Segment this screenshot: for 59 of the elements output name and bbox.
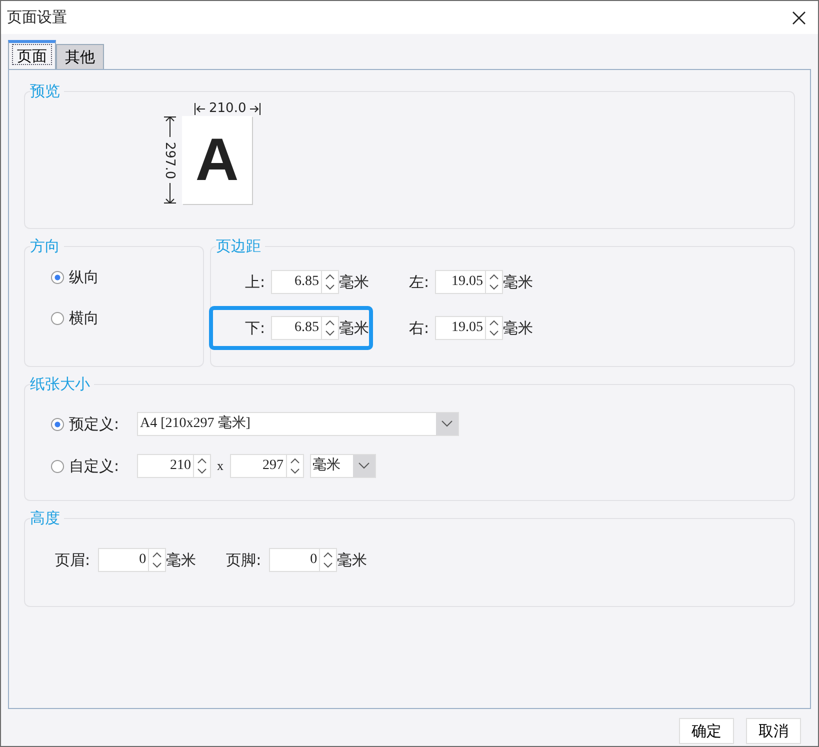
times-sign: x <box>217 458 224 474</box>
spin-field[interactable]: 0 <box>98 548 166 572</box>
spin-arrows-icon[interactable] <box>487 318 501 338</box>
radio-label[interactable]: 预定义: <box>69 414 131 434</box>
tab[interactable]: 页面 <box>8 40 56 69</box>
preview-letter: A <box>195 130 239 190</box>
unit-label: 毫米 <box>337 550 368 570</box>
spin-field[interactable]: 6.85 <box>271 316 339 340</box>
window-title: 页面设置 <box>7 8 67 27</box>
spin-field[interactable]: 0 <box>269 548 338 572</box>
field-label: 右: <box>408 318 429 338</box>
dialog-button[interactable]: 确定 <box>679 718 734 744</box>
tab[interactable]: 其他 <box>56 44 104 69</box>
chevron-down-icon[interactable] <box>441 420 453 428</box>
unit-label: 毫米 <box>339 272 369 292</box>
field-label: 左: <box>408 272 429 292</box>
width-label: 210.0 <box>209 101 246 116</box>
radio-button[interactable] <box>51 271 64 284</box>
group-title: 预览 <box>30 82 61 101</box>
paper-size-dropdown[interactable]: A4 [210x297 毫米] <box>137 412 459 436</box>
spin-arrows-icon[interactable] <box>323 272 337 292</box>
spin-field[interactable]: 210 <box>137 454 211 478</box>
dimension-arrow-icon <box>194 102 206 116</box>
spin-field[interactable]: 19.05 <box>435 270 503 294</box>
unit-label: 毫米 <box>339 318 369 338</box>
field-label: 页脚: <box>226 550 262 570</box>
group-title: 页边距 <box>216 237 262 256</box>
group-title: 高度 <box>30 509 61 528</box>
height-label: 297.0 <box>162 141 178 179</box>
dimension-arrow-icon <box>249 102 262 116</box>
spin-field[interactable]: 19.05 <box>435 316 503 340</box>
radio-label[interactable]: 自定义: <box>69 456 131 476</box>
field-label: 下: <box>244 318 265 338</box>
spin-field[interactable]: 297 <box>230 454 304 478</box>
spin-arrows-icon[interactable] <box>195 456 209 476</box>
radio-label[interactable]: 纵向 <box>69 268 99 287</box>
group-title: 方向 <box>30 237 61 256</box>
spin-arrows-icon[interactable] <box>288 456 302 476</box>
dimension-arrow-icon <box>163 116 177 138</box>
radio-button[interactable] <box>51 312 64 325</box>
radio-button[interactable] <box>51 418 64 430</box>
spin-field[interactable]: 6.85 <box>271 270 339 294</box>
close-icon[interactable] <box>792 10 806 24</box>
chevron-down-icon[interactable] <box>358 462 370 470</box>
unit-label: 毫米 <box>166 550 196 570</box>
dimension-arrow-icon <box>163 182 177 204</box>
field-label: 上: <box>244 272 265 292</box>
spin-arrows-icon[interactable] <box>150 550 164 570</box>
unit-dropdown[interactable]: 毫米 <box>310 454 376 478</box>
spin-arrows-icon[interactable] <box>487 272 501 292</box>
unit-label: 毫米 <box>503 318 533 338</box>
radio-label[interactable]: 横向 <box>69 309 99 328</box>
dialog-button[interactable]: 取消 <box>746 718 801 744</box>
unit-label: 毫米 <box>503 272 533 292</box>
field-label: 页眉: <box>55 550 90 570</box>
radio-button[interactable] <box>51 460 64 472</box>
spin-arrows-icon[interactable] <box>323 318 337 338</box>
spin-arrows-icon[interactable] <box>321 550 336 570</box>
group-title: 纸张大小 <box>30 375 91 394</box>
